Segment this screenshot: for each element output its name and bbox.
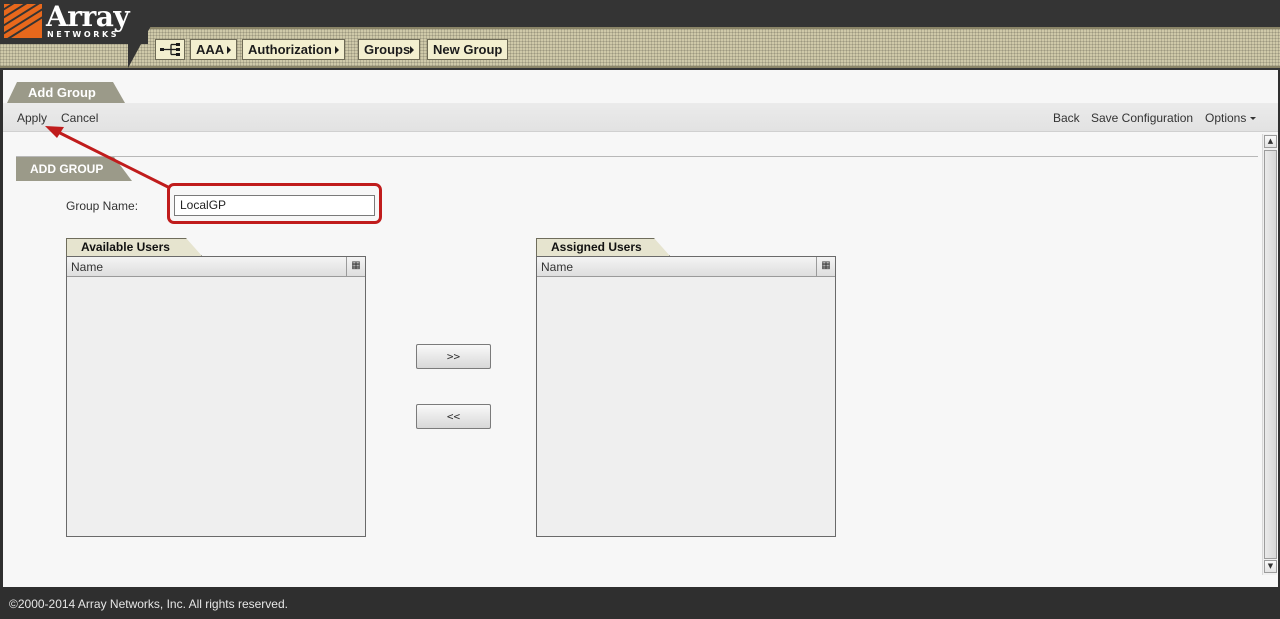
breadcrumb-aaa[interactable]: AAA bbox=[190, 39, 238, 60]
action-toolbar: Apply Cancel Back Save Configuration Opt… bbox=[3, 103, 1278, 132]
scroll-down-arrow-icon[interactable]: ▼ bbox=[1264, 560, 1277, 573]
chevron-right-icon bbox=[227, 46, 232, 54]
options-label: Options bbox=[1205, 111, 1247, 125]
breadcrumb-groups[interactable]: Groups bbox=[358, 39, 421, 60]
caret-down-icon bbox=[1250, 117, 1257, 120]
add-user-button[interactable]: >> bbox=[416, 344, 491, 369]
column-chooser-icon[interactable]: ▦ bbox=[816, 257, 835, 276]
chevron-right-icon bbox=[410, 46, 415, 54]
breadcrumb-label: New Group bbox=[433, 42, 503, 57]
name-column-header[interactable]: Name bbox=[71, 260, 103, 274]
assigned-users-header: Name ▦ bbox=[537, 257, 835, 277]
options-menu[interactable]: Options bbox=[1205, 111, 1257, 125]
assigned-users-tab: Assigned Users bbox=[536, 238, 670, 256]
network-nav-icon bbox=[160, 43, 180, 56]
array-logo-mark-icon bbox=[4, 4, 42, 38]
save-configuration-button[interactable]: Save Configuration bbox=[1091, 111, 1193, 125]
cancel-button[interactable]: Cancel bbox=[61, 111, 98, 125]
group-name-input[interactable]: LocalGP bbox=[174, 195, 375, 216]
available-users-tab: Available Users bbox=[66, 238, 202, 256]
assigned-users-title: Assigned Users bbox=[551, 240, 642, 254]
section-title: ADD GROUP bbox=[16, 157, 132, 181]
vertical-scrollbar[interactable]: ▲ ▼ bbox=[1262, 134, 1277, 575]
available-users-header: Name ▦ bbox=[67, 257, 365, 277]
breadcrumb-new-group[interactable]: New Group bbox=[427, 39, 509, 60]
name-column-header[interactable]: Name bbox=[541, 260, 573, 274]
breadcrumb-label: Authorization bbox=[248, 42, 332, 57]
breadcrumb-nav-button[interactable] bbox=[155, 39, 185, 60]
app-header: Array NETWORKS AAA Authorization Groups … bbox=[0, 0, 1280, 70]
assigned-users-list[interactable]: Name ▦ bbox=[536, 256, 836, 537]
breadcrumb-label: Groups bbox=[364, 42, 411, 57]
chevron-right-icon bbox=[334, 46, 339, 54]
available-users-list[interactable]: Name ▦ bbox=[66, 256, 366, 537]
column-chooser-icon[interactable]: ▦ bbox=[346, 257, 365, 276]
available-users-title: Available Users bbox=[81, 240, 170, 254]
group-name-label: Group Name: bbox=[66, 199, 139, 213]
scrollbar-thumb[interactable] bbox=[1264, 150, 1277, 559]
brand-name: Array bbox=[46, 0, 130, 33]
brand-subtitle: NETWORKS bbox=[47, 30, 120, 39]
logo-tab-corner bbox=[128, 24, 152, 68]
apply-button[interactable]: Apply bbox=[17, 111, 47, 125]
page-tab-add-group: Add Group bbox=[7, 82, 125, 103]
section-divider bbox=[16, 156, 1258, 157]
main-panel: Add Group Apply Cancel Back Save Configu… bbox=[3, 70, 1278, 587]
logo-area: Array NETWORKS bbox=[0, 0, 148, 44]
breadcrumb-label: AAA bbox=[196, 42, 225, 57]
breadcrumb-authorization[interactable]: Authorization bbox=[242, 39, 345, 60]
remove-user-button[interactable]: << bbox=[416, 404, 491, 429]
back-button[interactable]: Back bbox=[1053, 111, 1080, 125]
scroll-up-arrow-icon[interactable]: ▲ bbox=[1264, 135, 1277, 148]
copyright-footer: ©2000-2014 Array Networks, Inc. All righ… bbox=[0, 589, 1280, 619]
